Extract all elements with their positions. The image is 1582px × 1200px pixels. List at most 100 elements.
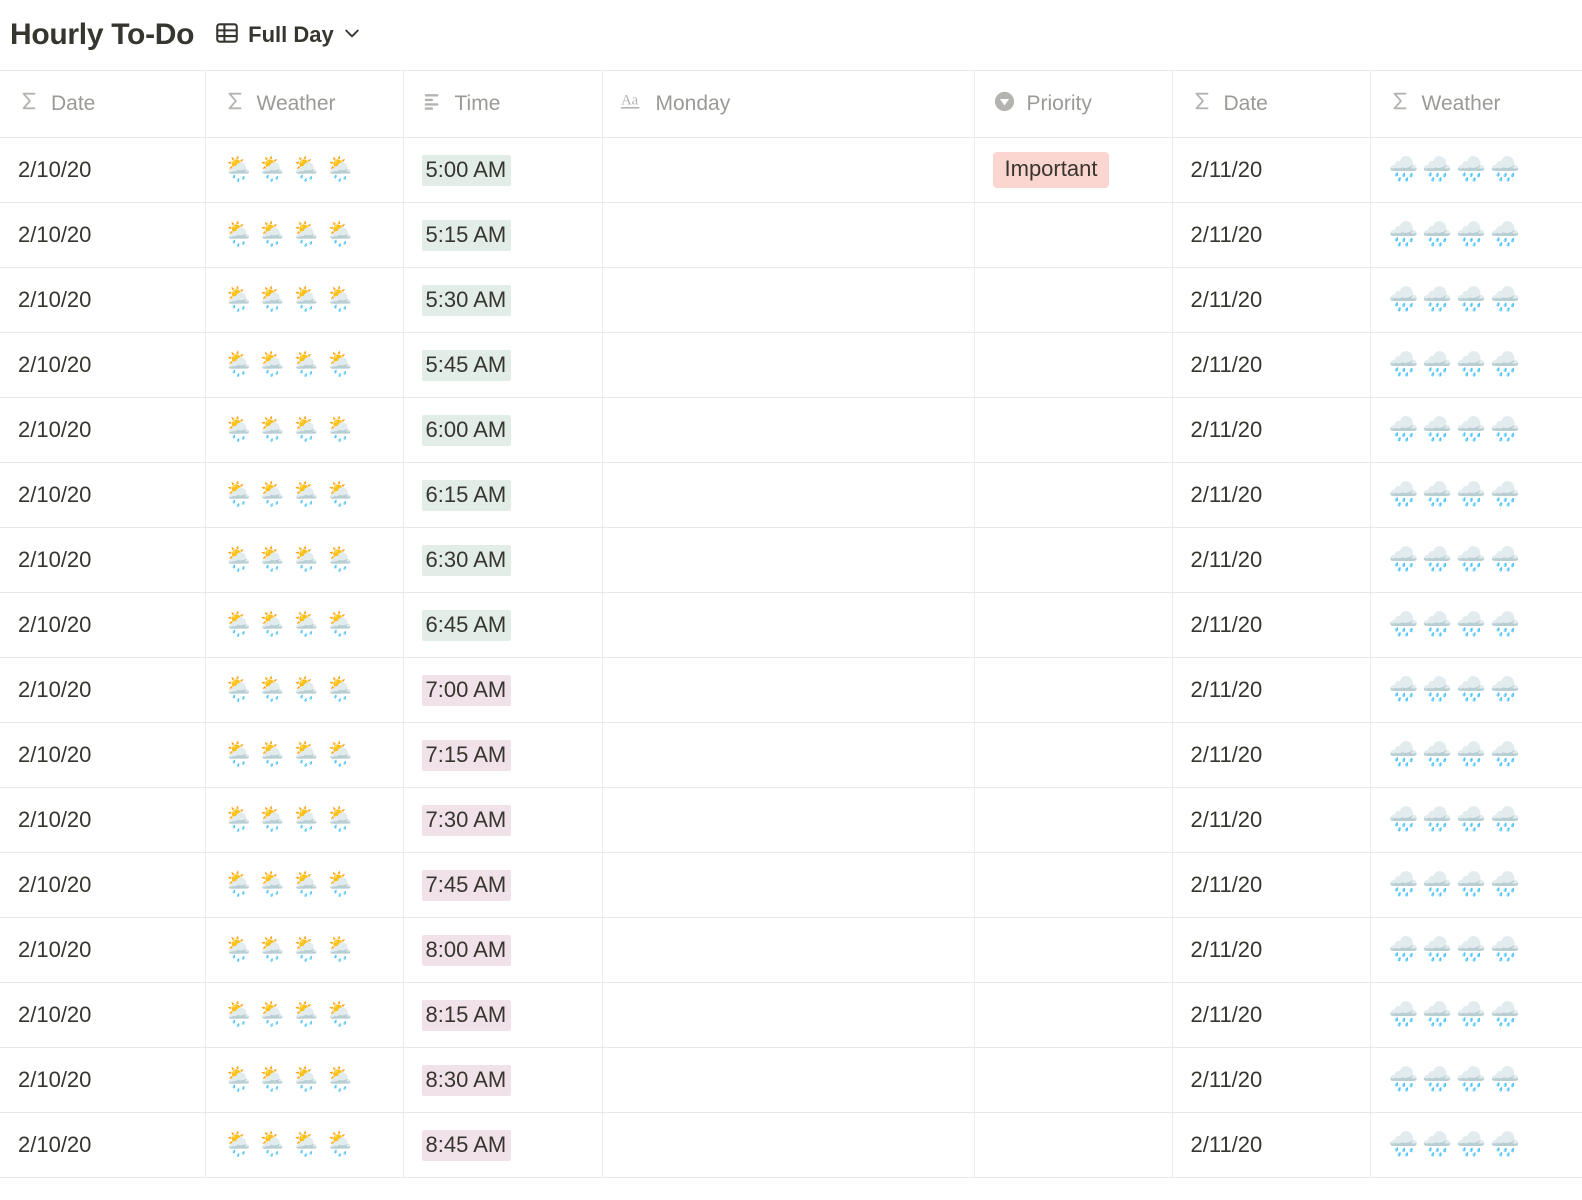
- cell-weather-right[interactable]: 🌧️🌧️🌧️🌧️: [1370, 1112, 1582, 1178]
- cell-monday[interactable]: [602, 852, 975, 918]
- cell-weather-left[interactable]: 🌦️🌦️🌦️🌦️: [205, 1112, 404, 1178]
- cell-date-left[interactable]: 2/10/20: [0, 982, 206, 1048]
- cell-date-right[interactable]: 2/11/20: [1172, 137, 1371, 203]
- table-row[interactable]: 2/10/20 🌦️🌦️🌦️🌦️ 5:30 AM 2/11/20 🌧️🌧️🌧️🌧️: [0, 267, 1582, 333]
- cell-monday[interactable]: [602, 527, 975, 593]
- cell-priority[interactable]: [974, 657, 1173, 723]
- cell-priority[interactable]: [974, 397, 1173, 463]
- cell-weather-right[interactable]: 🌧️🌧️🌧️🌧️: [1370, 462, 1582, 528]
- cell-date-right[interactable]: 2/11/20: [1172, 982, 1371, 1048]
- cell-priority[interactable]: [974, 462, 1173, 528]
- cell-weather-left[interactable]: 🌦️🌦️🌦️🌦️: [205, 332, 404, 398]
- cell-date-right[interactable]: 2/11/20: [1172, 917, 1371, 983]
- cell-weather-right[interactable]: 🌧️🌧️🌧️🌧️: [1370, 332, 1582, 398]
- column-header-priority[interactable]: Priority: [974, 70, 1173, 138]
- cell-weather-right[interactable]: 🌧️🌧️🌧️🌧️: [1370, 137, 1582, 203]
- cell-priority[interactable]: [974, 982, 1173, 1048]
- cell-date-right[interactable]: 2/11/20: [1172, 657, 1371, 723]
- cell-time[interactable]: 5:45 AM: [403, 332, 603, 398]
- cell-weather-right[interactable]: 🌧️🌧️🌧️🌧️: [1370, 852, 1582, 918]
- cell-weather-right[interactable]: 🌧️🌧️🌧️🌧️: [1370, 527, 1582, 593]
- cell-date-left[interactable]: 2/10/20: [0, 852, 206, 918]
- cell-priority[interactable]: [974, 267, 1173, 333]
- cell-priority[interactable]: [974, 852, 1173, 918]
- cell-time[interactable]: 5:00 AM: [403, 137, 603, 203]
- table-row[interactable]: 2/10/20 🌦️🌦️🌦️🌦️ 6:15 AM 2/11/20 🌧️🌧️🌧️🌧️: [0, 462, 1582, 528]
- table-row[interactable]: 2/10/20 🌦️🌦️🌦️🌦️ 7:00 AM 2/11/20 🌧️🌧️🌧️🌧️: [0, 657, 1582, 723]
- cell-monday[interactable]: [602, 137, 975, 203]
- cell-date-left[interactable]: 2/10/20: [0, 722, 206, 788]
- cell-weather-right[interactable]: 🌧️🌧️🌧️🌧️: [1370, 592, 1582, 658]
- cell-date-right[interactable]: 2/11/20: [1172, 332, 1371, 398]
- cell-weather-right[interactable]: 🌧️🌧️🌧️🌧️: [1370, 787, 1582, 853]
- cell-weather-right[interactable]: 🌧️🌧️🌧️🌧️: [1370, 202, 1582, 268]
- cell-date-left[interactable]: 2/10/20: [0, 332, 206, 398]
- cell-monday[interactable]: [602, 657, 975, 723]
- cell-weather-left[interactable]: 🌦️🌦️🌦️🌦️: [205, 787, 404, 853]
- cell-priority[interactable]: [974, 332, 1173, 398]
- column-header-date-right[interactable]: Date: [1172, 70, 1371, 138]
- cell-monday[interactable]: [602, 917, 975, 983]
- cell-date-left[interactable]: 2/10/20: [0, 527, 206, 593]
- cell-date-right[interactable]: 2/11/20: [1172, 852, 1371, 918]
- cell-time[interactable]: 7:45 AM: [403, 852, 603, 918]
- cell-weather-left[interactable]: 🌦️🌦️🌦️🌦️: [205, 397, 404, 463]
- cell-priority[interactable]: [974, 722, 1173, 788]
- cell-time[interactable]: 8:30 AM: [403, 1047, 603, 1113]
- cell-weather-left[interactable]: 🌦️🌦️🌦️🌦️: [205, 267, 404, 333]
- cell-time[interactable]: 7:30 AM: [403, 787, 603, 853]
- cell-weather-right[interactable]: 🌧️🌧️🌧️🌧️: [1370, 917, 1582, 983]
- table-row[interactable]: 2/10/20 🌦️🌦️🌦️🌦️ 8:15 AM 2/11/20 🌧️🌧️🌧️🌧️: [0, 982, 1582, 1048]
- cell-time[interactable]: 6:30 AM: [403, 527, 603, 593]
- cell-date-right[interactable]: 2/11/20: [1172, 462, 1371, 528]
- chevron-down-icon[interactable]: [342, 23, 362, 48]
- cell-weather-right[interactable]: 🌧️🌧️🌧️🌧️: [1370, 657, 1582, 723]
- table-row[interactable]: 2/10/20 🌦️🌦️🌦️🌦️ 5:00 AM Important 2/11/20 🌧️…: [0, 137, 1582, 203]
- table-row[interactable]: 2/10/20 🌦️🌦️🌦️🌦️ 6:30 AM 2/11/20 🌧️🌧️🌧️🌧️: [0, 527, 1582, 593]
- cell-time[interactable]: 5:30 AM: [403, 267, 603, 333]
- cell-date-right[interactable]: 2/11/20: [1172, 1047, 1371, 1113]
- cell-weather-left[interactable]: 🌦️🌦️🌦️🌦️: [205, 1047, 404, 1113]
- cell-time[interactable]: 7:00 AM: [403, 657, 603, 723]
- cell-date-left[interactable]: 2/10/20: [0, 1047, 206, 1113]
- cell-priority[interactable]: [974, 787, 1173, 853]
- cell-priority[interactable]: [974, 592, 1173, 658]
- cell-date-right[interactable]: 2/11/20: [1172, 202, 1371, 268]
- view-switcher-button[interactable]: Full Day: [208, 17, 368, 54]
- cell-date-right[interactable]: 2/11/20: [1172, 267, 1371, 333]
- cell-date-right[interactable]: 2/11/20: [1172, 1112, 1371, 1178]
- cell-date-right[interactable]: 2/11/20: [1172, 527, 1371, 593]
- cell-date-left[interactable]: 2/10/20: [0, 657, 206, 723]
- cell-priority[interactable]: [974, 1047, 1173, 1113]
- table-row[interactable]: 2/10/20 🌦️🌦️🌦️🌦️ 6:45 AM 2/11/20 🌧️🌧️🌧️🌧️: [0, 592, 1582, 658]
- table-row[interactable]: 2/10/20 🌦️🌦️🌦️🌦️ 7:45 AM 2/11/20 🌧️🌧️🌧️🌧️: [0, 852, 1582, 918]
- cell-date-right[interactable]: 2/11/20: [1172, 397, 1371, 463]
- cell-monday[interactable]: [602, 982, 975, 1048]
- table-row[interactable]: 2/10/20 🌦️🌦️🌦️🌦️ 7:15 AM 2/11/20 🌧️🌧️🌧️🌧️: [0, 722, 1582, 788]
- table-row[interactable]: 2/10/20 🌦️🌦️🌦️🌦️ 7:30 AM 2/11/20 🌧️🌧️🌧️🌧️: [0, 787, 1582, 853]
- cell-date-left[interactable]: 2/10/20: [0, 1112, 206, 1178]
- table-row[interactable]: 2/10/20 🌦️🌦️🌦️🌦️ 8:30 AM 2/11/20 🌧️🌧️🌧️🌧️: [0, 1047, 1582, 1113]
- column-header-monday[interactable]: Aa Monday: [602, 70, 975, 138]
- cell-time[interactable]: 8:45 AM: [403, 1112, 603, 1178]
- cell-monday[interactable]: [602, 1112, 975, 1178]
- cell-time[interactable]: 8:00 AM: [403, 917, 603, 983]
- column-header-weather-right[interactable]: Weather: [1370, 70, 1582, 138]
- cell-date-left[interactable]: 2/10/20: [0, 917, 206, 983]
- cell-priority[interactable]: Important: [974, 137, 1173, 203]
- cell-weather-left[interactable]: 🌦️🌦️🌦️🌦️: [205, 657, 404, 723]
- cell-weather-left[interactable]: 🌦️🌦️🌦️🌦️: [205, 982, 404, 1048]
- cell-weather-right[interactable]: 🌧️🌧️🌧️🌧️: [1370, 397, 1582, 463]
- cell-date-right[interactable]: 2/11/20: [1172, 787, 1371, 853]
- cell-date-left[interactable]: 2/10/20: [0, 462, 206, 528]
- cell-monday[interactable]: [602, 722, 975, 788]
- cell-time[interactable]: 5:15 AM: [403, 202, 603, 268]
- cell-weather-left[interactable]: 🌦️🌦️🌦️🌦️: [205, 137, 404, 203]
- cell-monday[interactable]: [602, 1047, 975, 1113]
- cell-weather-right[interactable]: 🌧️🌧️🌧️🌧️: [1370, 1047, 1582, 1113]
- cell-priority[interactable]: [974, 917, 1173, 983]
- cell-date-left[interactable]: 2/10/20: [0, 787, 206, 853]
- cell-weather-left[interactable]: 🌦️🌦️🌦️🌦️: [205, 722, 404, 788]
- cell-weather-right[interactable]: 🌧️🌧️🌧️🌧️: [1370, 722, 1582, 788]
- cell-date-right[interactable]: 2/11/20: [1172, 722, 1371, 788]
